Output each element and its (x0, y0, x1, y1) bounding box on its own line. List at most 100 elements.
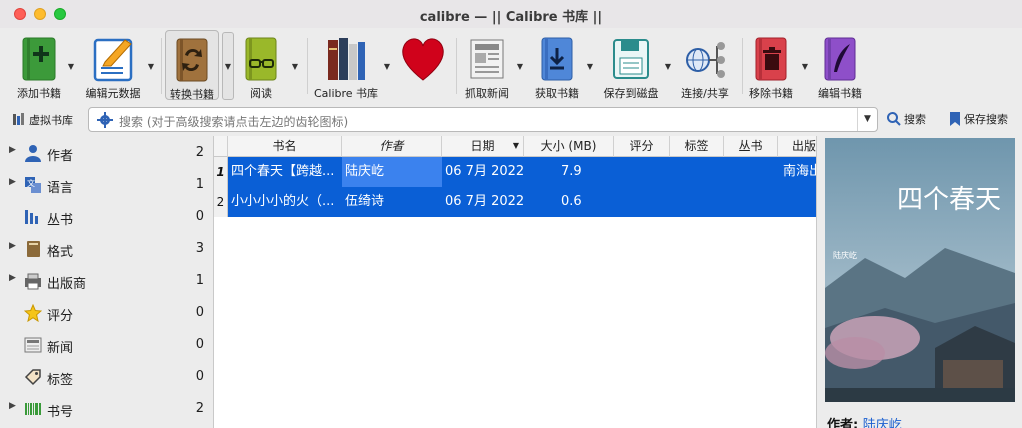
sidebar-item-publishers[interactable]: ▶ 出版商 1 (0, 264, 212, 296)
sidebar-item-authors[interactable]: ▶ 作者 2 (0, 136, 212, 168)
expand-arrow-icon[interactable]: ▶ (9, 177, 16, 187)
sidebar-item-label: 丛书 (47, 213, 74, 228)
cover-author-text: 陆庆屹 (833, 250, 857, 260)
sidebar-item-tags[interactable]: 标签 0 (0, 360, 212, 392)
search-history-dropdown[interactable]: ▼ (857, 108, 877, 131)
get-books-button[interactable]: 获取书籍 (530, 30, 584, 100)
sidebar-item-count: 0 (195, 337, 204, 352)
column-header-tags[interactable]: 标签 (670, 136, 724, 157)
fetch-news-dropdown-arrow[interactable]: ▼ (515, 62, 525, 71)
convert-books-icon (176, 38, 208, 82)
sidebar-item-count: 0 (195, 369, 204, 384)
series-icon (25, 210, 38, 224)
cell-publisher[interactable]: 南海出 (780, 157, 816, 187)
add-book-icon (22, 37, 56, 81)
column-header-size[interactable]: 大小 (MB) (524, 136, 614, 157)
cell-size[interactable]: 7.9 (558, 157, 598, 187)
sidebar-item-label: 新闻 (47, 341, 74, 356)
cell-author[interactable]: 伍绮诗 (342, 187, 442, 217)
cell-size[interactable]: 0.6 (558, 187, 598, 217)
column-header-publisher[interactable]: 出版 (778, 136, 816, 157)
search-button[interactable]: 搜索 (887, 111, 926, 127)
library-books-icon (328, 38, 365, 80)
save-search-button[interactable]: 保存搜索 (949, 111, 1008, 127)
cell-date[interactable]: 06 7月 2022 (442, 157, 524, 187)
sidebar-item-rating[interactable]: 评分 0 (0, 296, 212, 328)
main-toolbar: 添加书籍 ▼ 编辑元数据 ▼ 转换书籍 ▼ 阅读 ▼ Calibre 书库 ▼ … (0, 28, 1022, 102)
gear-icon[interactable] (97, 112, 113, 128)
cover-title-text: 四个春天 (897, 185, 1001, 215)
sidebar-item-news[interactable]: 新闻 0 (0, 328, 212, 360)
save-to-disk-dropdown-arrow[interactable]: ▼ (663, 62, 673, 71)
edit-metadata-dropdown-arrow[interactable]: ▼ (146, 62, 156, 71)
row-number: 2 (214, 187, 228, 217)
author-detail-link[interactable]: 陆庆屹 (863, 418, 902, 428)
fetch-news-button[interactable]: 抓取新闻 (460, 30, 514, 100)
search-button-label: 搜索 (904, 113, 926, 126)
sidebar-item-label: 格式 (47, 245, 74, 260)
sidebar-item-languages[interactable]: ▶ 文 语言 1 (0, 168, 212, 200)
barcode-icon (25, 403, 41, 415)
book-cover-image[interactable]: 四个春天 陆庆屹 (825, 138, 1015, 402)
column-header-title[interactable]: 书名 (228, 136, 342, 157)
virtual-library-button[interactable]: 虚拟书库 (29, 112, 73, 128)
column-header-series[interactable]: 丛书 (724, 136, 778, 157)
sidebar-item-count: 0 (195, 209, 204, 224)
add-books-button[interactable]: 添加书籍 (12, 30, 66, 100)
cell-publisher[interactable] (780, 187, 816, 217)
toolbar-separator (742, 38, 743, 94)
format-icon (27, 241, 40, 257)
cell-author[interactable]: 陆庆屹 (342, 157, 442, 187)
publisher-icon (25, 273, 41, 290)
column-header-rating[interactable]: 评分 (614, 136, 670, 157)
author-detail: 作者: 陆庆屹 (827, 414, 902, 428)
convert-books-button[interactable]: 转换书籍 (165, 30, 219, 101)
view-book-icon (245, 37, 277, 81)
cell-title[interactable]: 小小小小的火（... (228, 187, 342, 217)
get-books-dropdown-arrow[interactable]: ▼ (585, 62, 595, 71)
search-placeholder: 搜索 (对于高级搜索请点击左边的齿轮图标) (119, 115, 349, 129)
remove-books-label: 移除书籍 (749, 87, 793, 100)
add-books-dropdown-arrow[interactable]: ▼ (66, 62, 76, 71)
expand-arrow-icon[interactable]: ▶ (9, 401, 16, 411)
remove-books-button[interactable]: 移除书籍 (746, 30, 796, 100)
column-header-date[interactable]: 日期 ▼ (442, 136, 524, 157)
sidebar-item-identifiers[interactable]: ▶ 书号 2 (0, 392, 212, 424)
column-header-date-label: 日期 (470, 139, 495, 153)
expand-arrow-icon[interactable]: ▶ (9, 145, 16, 155)
cell-date[interactable]: 06 7月 2022 (442, 187, 524, 217)
expand-arrow-icon[interactable]: ▶ (9, 241, 16, 251)
table-row[interactable]: 2 小小小小的火（... 伍绮诗 06 7月 2022 0.6 (214, 187, 816, 217)
save-to-disk-button[interactable]: 保存到磁盘 (600, 30, 662, 100)
search-input[interactable]: 搜索 (对于高级搜索请点击左边的齿轮图标) ▼ (88, 107, 878, 132)
edit-book-button[interactable]: 编辑书籍 (816, 30, 864, 100)
network-globe-icon (686, 42, 725, 78)
connect-share-button[interactable]: 连接/共享 (678, 30, 732, 100)
toolbar-separator (307, 38, 308, 94)
table-row[interactable]: 1 四个春天【跨越... 陆庆屹 06 7月 2022 7.9 南海出 (214, 157, 816, 187)
view-button[interactable]: 阅读 (238, 30, 284, 100)
donate-button[interactable] (397, 30, 449, 100)
calibre-library-button[interactable]: Calibre 书库 (312, 30, 380, 100)
expand-arrow-icon[interactable]: ▶ (9, 273, 16, 283)
floppy-disk-icon (613, 39, 649, 79)
convert-books-dropdown-arrow[interactable]: ▼ (223, 62, 233, 71)
sidebar-item-count: 0 (195, 305, 204, 320)
edit-book-icon (824, 37, 856, 81)
sidebar-item-label: 评分 (47, 309, 74, 324)
calibre-library-dropdown-arrow[interactable]: ▼ (382, 62, 392, 71)
sidebar-item-label: 书号 (47, 405, 74, 420)
remove-books-dropdown-arrow[interactable]: ▼ (800, 62, 810, 71)
search-bar-row: 虚拟书库 搜索 (对于高级搜索请点击左边的齿轮图标) ▼ 搜索 保存搜索 (0, 104, 1022, 136)
column-header-author[interactable]: 作者 (342, 136, 442, 157)
sidebar-item-formats[interactable]: ▶ 格式 3 (0, 232, 212, 264)
sidebar-item-count: 1 (195, 273, 204, 288)
edit-metadata-button[interactable]: 编辑元数据 (84, 30, 142, 100)
cell-title[interactable]: 四个春天【跨越... (228, 157, 342, 187)
sidebar-item-series[interactable]: 丛书 0 (0, 200, 212, 232)
title-bar: calibre — || Calibre 书库 || (0, 0, 1022, 28)
tag-browser: ▶ 作者 2 ▶ 文 语言 1 丛书 0 ▶ 格式 3 ▶ 出版商 1 评分 0… (0, 136, 212, 428)
sidebar-item-label: 出版商 (47, 277, 87, 292)
sidebar-item-count: 3 (195, 241, 204, 256)
view-dropdown-arrow[interactable]: ▼ (290, 62, 300, 71)
